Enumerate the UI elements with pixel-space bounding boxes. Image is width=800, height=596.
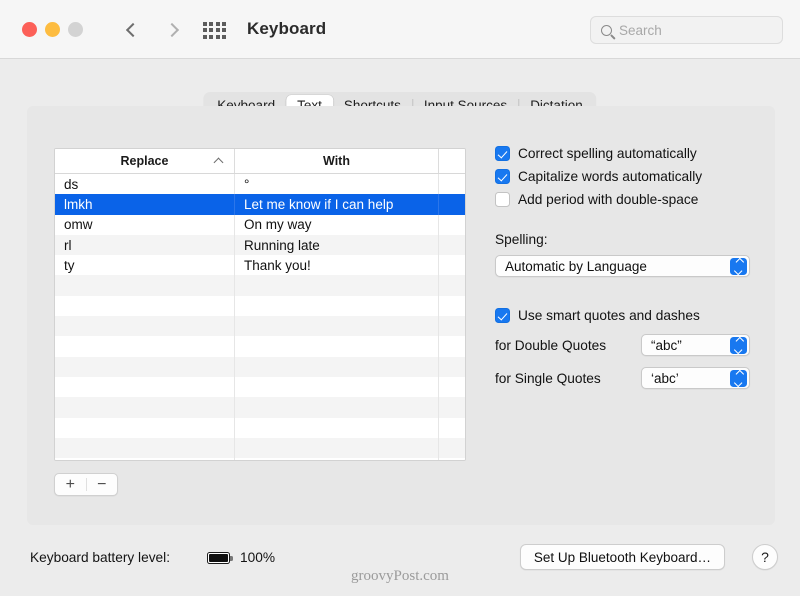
double-quotes-label: for Double Quotes [495,337,607,353]
checkbox-row-add-period[interactable]: Add period with double-space [495,192,755,207]
search-input[interactable] [619,22,769,38]
cell-replace: ty [55,255,235,276]
checkbox-correct-spelling[interactable] [495,146,510,161]
search-field[interactable] [590,16,783,44]
table-row[interactable]: rl Running late [55,234,465,256]
cell-with: Thank you! [235,255,439,276]
cell-replace: omw [55,214,235,235]
column-header-replace[interactable]: Replace [55,149,235,173]
column-header-with[interactable]: With [235,149,439,173]
column-header-extra[interactable] [439,149,465,173]
table-empty-row [55,437,465,459]
cell-with: Running late [235,234,439,256]
checkbox-label-correct-spelling: Correct spelling automatically [518,146,697,161]
add-entry-button[interactable]: + [55,474,86,495]
chevron-updown-icon[interactable] [730,258,747,275]
checkbox-label-add-period: Add period with double-space [518,192,699,207]
checkbox-capitalize-words[interactable] [495,169,510,184]
help-button[interactable]: ? [752,544,778,570]
column-header-with-label: With [323,154,350,168]
column-header-replace-label: Replace [120,154,169,168]
minimize-button[interactable] [45,22,60,37]
table-empty-row [55,356,465,377]
battery-full-icon [207,552,233,564]
single-quotes-dropdown[interactable]: ‘abc’ [641,367,750,389]
text-options-column: Correct spelling automatically Capitaliz… [495,146,755,389]
chevron-updown-icon[interactable] [730,337,747,354]
table-row[interactable]: lmkh Let me know if I can help [55,194,465,215]
cell-extra [439,174,465,194]
battery-level-value: 100% [240,550,276,565]
table-empty-row [55,316,465,337]
cell-with: ° [235,174,439,195]
close-button[interactable] [22,22,37,37]
table-row[interactable]: omw On my way [55,214,465,235]
table-empty-row [55,376,465,398]
page-title: Keyboard [247,19,327,38]
back-button[interactable] [118,17,144,43]
cell-with: Let me know if I can help [235,194,439,215]
checkbox-label-capitalize-words: Capitalize words automatically [518,169,703,184]
show-all-grid-icon[interactable] [203,22,227,39]
preferences-window: Keyboard Keyboard Text Shortcuts Input S… [0,0,800,596]
double-quotes-dropdown[interactable]: “abc” [641,334,750,356]
chevron-updown-icon[interactable] [730,370,747,387]
cell-extra [439,194,465,214]
chevron-left-icon [125,22,140,38]
checkbox-row-smart-quotes[interactable]: Use smart quotes and dashes [495,308,755,323]
spelling-dropdown-value: Automatic by Language [505,258,647,274]
content-panel: Replace With ds ° lmkh Let me know if I … [27,106,775,525]
table-row[interactable]: ds ° [55,174,465,195]
cell-with: On my way [235,214,439,235]
table-empty-row [55,458,465,460]
remove-entry-button[interactable]: − [87,474,118,495]
chevron-right-icon [164,22,179,38]
add-remove-segmented-control: + − [54,473,118,496]
checkbox-add-period[interactable] [495,192,510,207]
checkbox-smart-quotes[interactable] [495,308,510,323]
zoom-button[interactable] [68,22,83,37]
window-titlebar: Keyboard [0,0,800,59]
double-quotes-row: for Double Quotes “abc” [495,334,755,356]
traffic-light-controls [22,22,83,37]
setup-bluetooth-keyboard-button[interactable]: Set Up Bluetooth Keyboard… [519,544,725,570]
spelling-dropdown[interactable]: Automatic by Language [495,255,750,277]
window-bottom-bar: Keyboard battery level: 100% groovyPost.… [0,525,800,596]
table-empty-row [55,397,465,418]
double-quotes-value: “abc” [651,337,682,353]
forward-button[interactable] [160,17,186,43]
single-quotes-row: for Single Quotes ‘abc’ [495,367,755,389]
text-replacement-table[interactable]: Replace With ds ° lmkh Let me know if I … [54,148,466,461]
single-quotes-value: ‘abc’ [651,370,679,386]
table-empty-row [55,275,465,296]
watermark: groovyPost.com [351,568,449,584]
chevron-up-icon [213,157,224,168]
table-empty-row [55,417,465,438]
cell-extra [439,235,465,255]
table-body: ds ° lmkh Let me know if I can help omw … [55,174,465,460]
cell-replace: ds [55,174,235,195]
cell-extra [439,255,465,275]
cell-replace: rl [55,234,235,256]
table-empty-row [55,295,465,317]
table-empty-row [55,336,465,357]
table-header-row: Replace With [55,149,465,174]
cell-replace: lmkh [55,194,235,215]
cell-extra [439,215,465,235]
table-row[interactable]: ty Thank you! [55,255,465,276]
single-quotes-label: for Single Quotes [495,370,601,386]
checkbox-row-capitalize-words[interactable]: Capitalize words automatically [495,169,755,184]
spelling-label: Spelling: [495,232,548,247]
checkbox-row-correct-spelling[interactable]: Correct spelling automatically [495,146,755,161]
battery-level-label: Keyboard battery level: [30,550,170,565]
search-icon [601,24,612,36]
checkbox-label-smart-quotes: Use smart quotes and dashes [518,308,700,323]
